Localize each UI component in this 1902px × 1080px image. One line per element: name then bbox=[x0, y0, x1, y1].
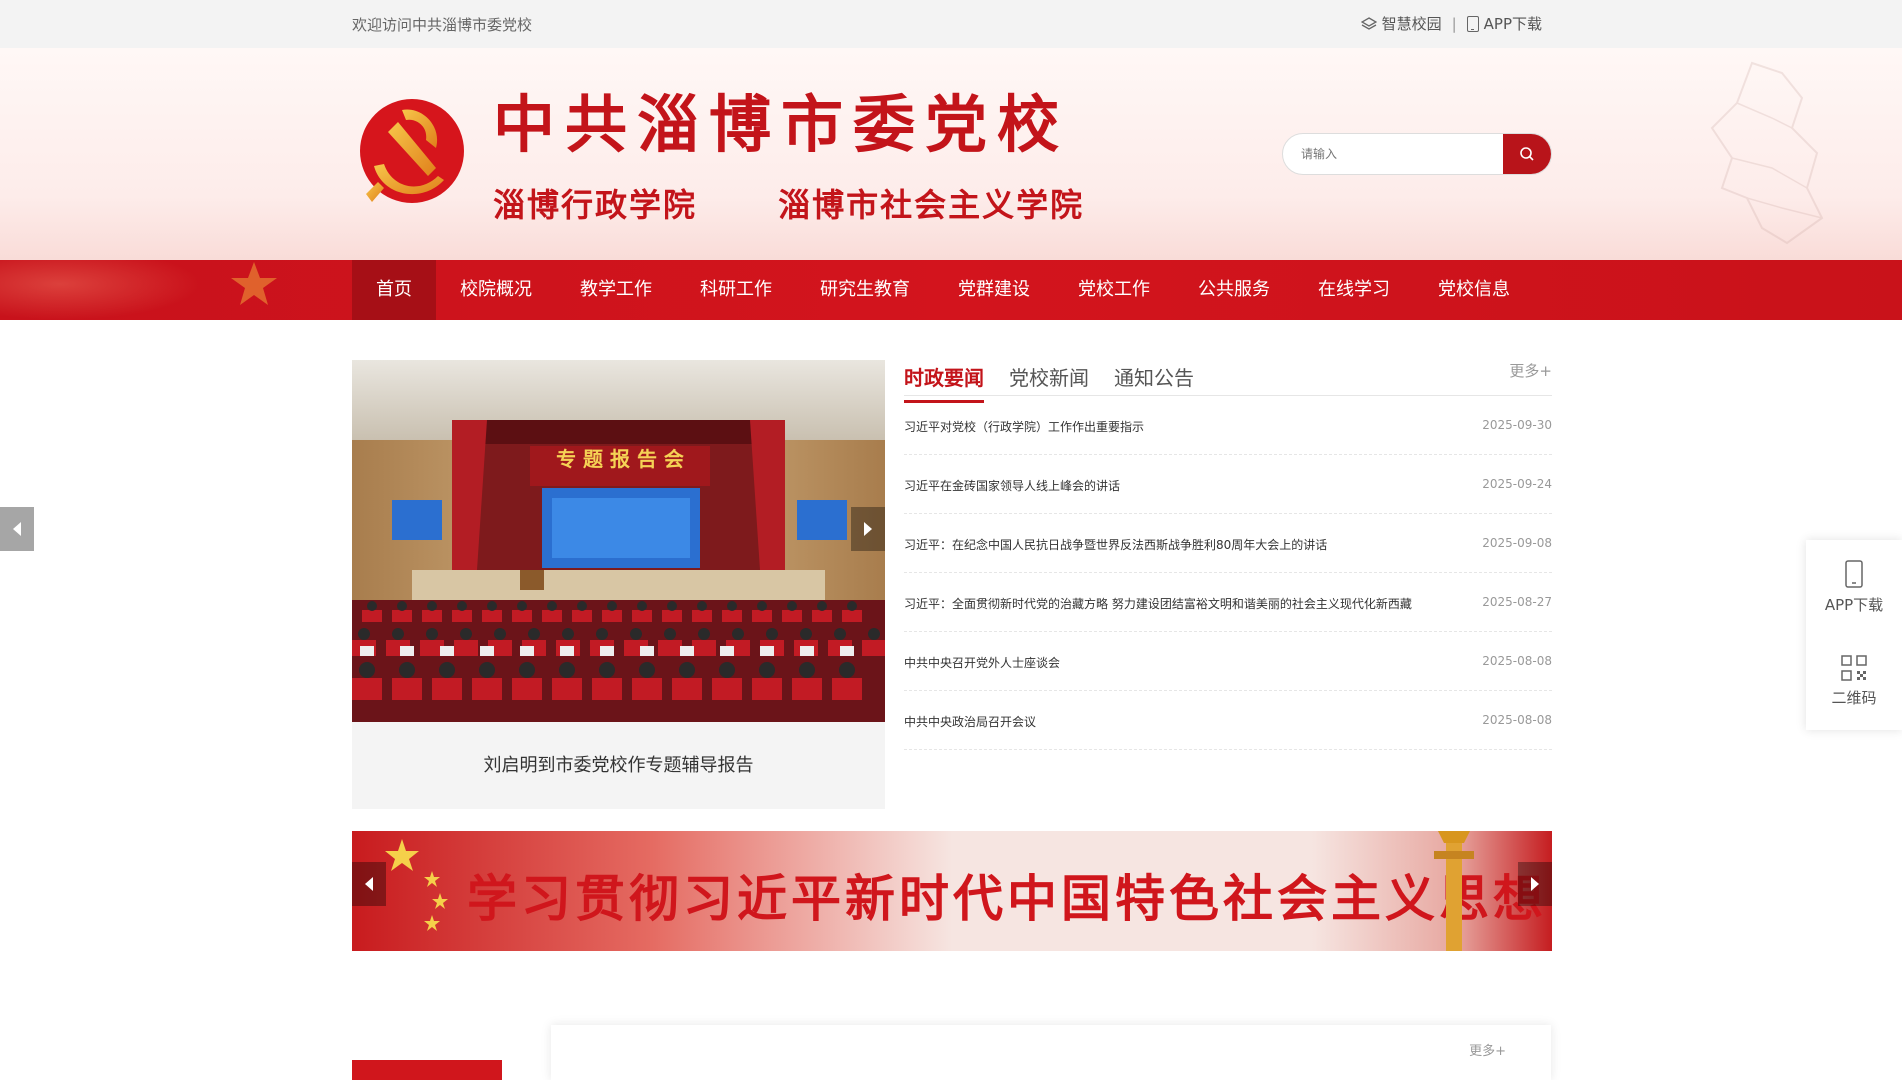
news-item-date: 2025-08-08 bbox=[1482, 713, 1552, 727]
smart-campus-link[interactable]: 智慧校园 bbox=[1360, 13, 1442, 34]
arrow-right-icon bbox=[1531, 877, 1539, 891]
search-icon bbox=[1520, 147, 1534, 161]
slider-photo[interactable]: 专 题 报 告 会 bbox=[352, 360, 885, 722]
news-tabs: 时政要闻 党校新闻 通知公告 更多+ bbox=[904, 360, 1552, 403]
star-decoration bbox=[231, 262, 277, 305]
flag-decoration bbox=[0, 260, 200, 320]
huabiao-pillar-decoration bbox=[1434, 831, 1474, 951]
nav-item-school-work[interactable]: 党校工作 bbox=[1054, 260, 1174, 320]
nav-item-home[interactable]: 首页 bbox=[352, 260, 436, 320]
nav-item-party-building[interactable]: 党群建设 bbox=[934, 260, 1054, 320]
nav-item-school-info[interactable]: 党校信息 bbox=[1414, 260, 1534, 320]
search-button[interactable] bbox=[1503, 134, 1551, 174]
news-list: 习近平对党校（行政学院）工作作出重要指示 2025-09-30 习近平在金砖国家… bbox=[904, 396, 1552, 750]
app-download-label: APP下载 bbox=[1483, 15, 1542, 33]
arrow-right-icon bbox=[864, 522, 872, 536]
search-input[interactable] bbox=[1283, 134, 1505, 174]
theme-banner[interactable]: 学习贯彻习近平新时代中国特色社会主义思想 bbox=[352, 831, 1552, 951]
arrow-left-icon bbox=[365, 877, 373, 891]
side-app-label: APP下载 bbox=[1824, 596, 1884, 614]
news-item-date: 2025-09-08 bbox=[1482, 536, 1552, 550]
news-item-title: 习近平在金砖国家领导人线上峰会的讲话 bbox=[904, 479, 1121, 493]
site-subtitle: 淄博行政学院 淄博市社会主义学院 bbox=[493, 180, 1084, 226]
news-item-date: 2025-08-08 bbox=[1482, 654, 1552, 668]
slider-next-button[interactable] bbox=[851, 507, 885, 551]
qr-code-icon bbox=[1841, 655, 1867, 681]
banner-next-button[interactable] bbox=[1518, 862, 1552, 906]
news-item-title: 习近平对党校（行政学院）工作作出重要指示 bbox=[904, 420, 1145, 434]
lower-section-card: 更多+ bbox=[551, 1025, 1551, 1080]
news-item-date: 2025-09-24 bbox=[1482, 477, 1552, 491]
party-emblem-logo[interactable] bbox=[352, 96, 464, 212]
news-item-date: 2025-08-27 bbox=[1482, 595, 1552, 609]
side-qr-label: 二维码 bbox=[1831, 689, 1877, 707]
arrow-left-icon bbox=[13, 522, 21, 536]
news-more-link[interactable]: 更多+ bbox=[1509, 360, 1552, 381]
subtitle-admin-college: 淄博行政学院 bbox=[493, 186, 698, 224]
tab-political-news[interactable]: 时政要闻 bbox=[904, 362, 984, 403]
site-title: 中共淄博市委党校 bbox=[493, 88, 1070, 161]
slider-prev-button[interactable] bbox=[0, 507, 34, 551]
subtitle-socialism-college: 淄博市社会主义学院 bbox=[778, 186, 1085, 224]
tab-notices[interactable]: 通知公告 bbox=[1114, 362, 1194, 391]
side-app-download[interactable]: APP下载 bbox=[1806, 560, 1902, 615]
news-item[interactable]: 习近平对党校（行政学院）工作作出重要指示 2025-09-30 bbox=[904, 396, 1552, 455]
news-item-title: 中共中央政治局召开会议 bbox=[904, 715, 1037, 729]
nav-item-teaching[interactable]: 教学工作 bbox=[556, 260, 676, 320]
tab-school-news[interactable]: 党校新闻 bbox=[1009, 362, 1089, 391]
lecture-hall-image: 专 题 报 告 会 bbox=[352, 360, 885, 722]
news-item-title: 中共中央召开党外人士座谈会 bbox=[904, 656, 1061, 670]
nav-list: 首页 校院概况 教学工作 科研工作 研究生教育 党群建设 党校工作 公共服务 在… bbox=[352, 260, 1534, 320]
main-nav: 首页 校院概况 教学工作 科研工作 研究生教育 党群建设 党校工作 公共服务 在… bbox=[0, 260, 1902, 320]
news-panel: 时政要闻 党校新闻 通知公告 更多+ 习近平对党校（行政学院）工作作出重要指示 … bbox=[904, 360, 1552, 750]
map-decoration bbox=[1710, 61, 1824, 245]
mobile-phone-icon bbox=[1845, 560, 1863, 588]
news-item-title: 习近平：全面贯彻新时代党的治藏方略 努力建设团结富裕文明和谐美丽的社会主义现代化… bbox=[904, 597, 1412, 611]
news-item[interactable]: 中共中央政治局召开会议 2025-08-08 bbox=[904, 691, 1552, 750]
search-box bbox=[1282, 133, 1552, 175]
app-download-link[interactable]: APP下载 bbox=[1466, 13, 1542, 34]
banner-text: 学习贯彻习近平新时代中国特色社会主义思想 bbox=[467, 869, 1547, 928]
slider-caption[interactable]: 刘启明到市委党校作专题辅导报告 bbox=[352, 722, 885, 809]
lower-more-link[interactable]: 更多+ bbox=[1469, 1040, 1506, 1059]
news-item[interactable]: 中共中央召开党外人士座谈会 2025-08-08 bbox=[904, 632, 1552, 691]
news-item-date: 2025-09-30 bbox=[1482, 418, 1552, 432]
banner-prev-button[interactable] bbox=[352, 862, 386, 906]
lower-section-tab[interactable] bbox=[352, 1060, 502, 1080]
news-item-title: 习近平：在纪念中国人民抗日战争暨世界反法西斯战争胜利80周年大会上的讲话 bbox=[904, 538, 1328, 552]
nav-item-public-service[interactable]: 公共服务 bbox=[1174, 260, 1294, 320]
floating-side-panel: APP下载 二维码 bbox=[1806, 540, 1902, 730]
smart-campus-label: 智慧校园 bbox=[1381, 15, 1442, 33]
nav-item-graduate[interactable]: 研究生教育 bbox=[796, 260, 934, 320]
news-slider: 专 题 报 告 会 刘启明到市委党校作专题辅导报告 bbox=[352, 360, 885, 809]
news-item[interactable]: 习近平在金砖国家领导人线上峰会的讲话 2025-09-24 bbox=[904, 455, 1552, 514]
layers-icon bbox=[1360, 16, 1377, 30]
news-item[interactable]: 习近平：在纪念中国人民抗日战争暨世界反法西斯战争胜利80周年大会上的讲话 202… bbox=[904, 514, 1552, 573]
nav-item-online-learning[interactable]: 在线学习 bbox=[1294, 260, 1414, 320]
news-item[interactable]: 习近平：全面贯彻新时代党的治藏方略 努力建设团结富裕文明和谐美丽的社会主义现代化… bbox=[904, 573, 1552, 632]
welcome-text: 欢迎访问中共淄博市委党校 bbox=[352, 16, 533, 34]
flag-stars-decoration bbox=[385, 839, 448, 931]
site-header: 中共淄博市委党校 淄博行政学院 淄博市社会主义学院 bbox=[0, 48, 1902, 260]
phone-icon bbox=[1466, 15, 1479, 32]
top-links: 智慧校园 | APP下载 bbox=[1360, 13, 1542, 34]
nav-item-overview[interactable]: 校院概况 bbox=[436, 260, 556, 320]
nav-item-research[interactable]: 科研工作 bbox=[676, 260, 796, 320]
side-qr-code[interactable]: 二维码 bbox=[1806, 655, 1902, 708]
top-links-separator: | bbox=[1451, 14, 1457, 33]
top-bar: 欢迎访问中共淄博市委党校 智慧校园 | APP下载 bbox=[0, 0, 1902, 48]
stage-banner-text: 专 题 报 告 会 bbox=[556, 447, 684, 471]
